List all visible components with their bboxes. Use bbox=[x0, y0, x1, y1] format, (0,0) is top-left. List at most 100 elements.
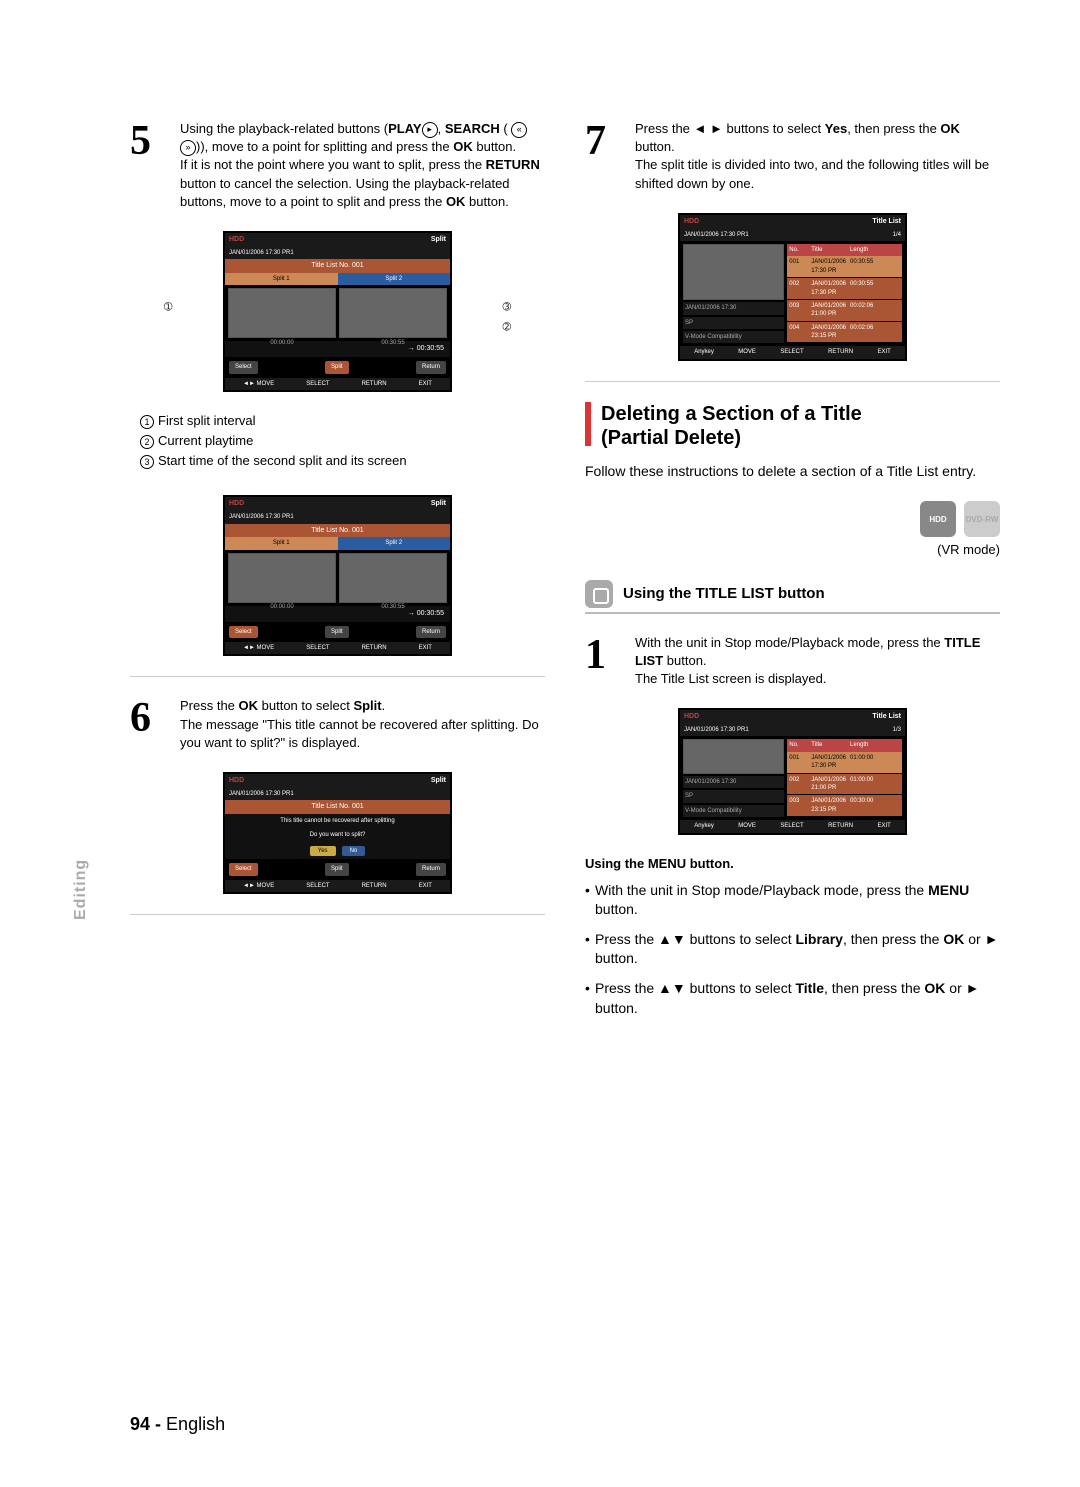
callout-1: ➀ bbox=[164, 301, 172, 315]
menu-item-3: Press the ▲▼ buttons to select Title, th… bbox=[585, 979, 1000, 1018]
callout-3: ➂ bbox=[503, 301, 511, 315]
th-len: Length bbox=[848, 244, 902, 256]
btn-select: Select bbox=[229, 361, 258, 373]
btn-return: Return bbox=[416, 361, 446, 373]
step5-ok2: OK bbox=[446, 194, 466, 209]
vr-mode-label: (VR mode) bbox=[585, 541, 1000, 559]
ann3: Start time of the second split and its s… bbox=[158, 453, 407, 468]
tl3-fr: RETURN bbox=[828, 822, 853, 830]
scr3-split: Split bbox=[325, 863, 349, 875]
right-column: 7 Press the ◄ ► buttons to select Yes, t… bbox=[585, 120, 1000, 1028]
scr3-fe: EXIT bbox=[419, 882, 432, 890]
scr-list-header: Title List No. 001 bbox=[225, 259, 450, 273]
hdd-media-icon: HDD bbox=[920, 501, 956, 537]
scr-right-title: Split bbox=[431, 235, 446, 245]
scr2-date: JAN/01/2006 17:30 PR1 bbox=[229, 513, 294, 521]
th-no: No. bbox=[787, 244, 809, 256]
s1t1: With the unit in Stop mode/Playback mode… bbox=[635, 635, 944, 650]
s6t3: . bbox=[382, 698, 386, 713]
r1t: JAN/01/2006 17:30 PR bbox=[809, 278, 848, 299]
s7t3: button. bbox=[635, 139, 675, 154]
step5-body: Using the playback-related buttons (PLAY… bbox=[180, 120, 545, 211]
step5-p2c: button. bbox=[465, 194, 508, 209]
s6t1: Press the bbox=[180, 698, 239, 713]
tl4-fs: SELECT bbox=[780, 348, 803, 356]
scr2-split: Split bbox=[325, 626, 349, 638]
r3no: 004 bbox=[787, 322, 809, 343]
page-footer: 94 - English bbox=[130, 1412, 225, 1437]
tl4-info-date: JAN/01/2006 17:30 bbox=[683, 302, 784, 314]
m1a: With the unit in Stop mode/Playback mode… bbox=[595, 882, 928, 898]
screen-title-list-4: HDDTitle List JAN/01/2006 17:30 PR11/4 J… bbox=[678, 213, 907, 361]
scr2-fr: RETURN bbox=[362, 644, 387, 652]
r31no: 002 bbox=[787, 774, 809, 795]
tl4-anykey: Anykey bbox=[694, 348, 714, 356]
progress-time: → 00:30:55 bbox=[408, 344, 444, 354]
sec-l2: (Partial Delete) bbox=[601, 427, 741, 449]
m2c: , then press the bbox=[843, 931, 943, 947]
scr3-header: Title List No. 001 bbox=[225, 800, 450, 814]
screen-split-1: HDD Split JAN/01/2006 17:30 PR1 Title Lis… bbox=[223, 231, 452, 392]
tl3-page: 1/3 bbox=[893, 726, 901, 734]
side-tab-label: Editing bbox=[70, 859, 92, 920]
confirm-msg2: Do you want to split? bbox=[225, 828, 450, 842]
tl3-info-sp: SP bbox=[683, 790, 784, 802]
r3t: JAN/01/2006 23:15 PR bbox=[809, 322, 848, 343]
scr2-right: Split bbox=[431, 499, 446, 509]
step5-t1: Using the playback-related buttons ( bbox=[180, 121, 388, 136]
scr2-tr: 00:30:55 bbox=[381, 603, 404, 611]
scr2-fs: SELECT bbox=[306, 644, 329, 652]
r1no: 002 bbox=[787, 278, 809, 299]
ann1: First split interval bbox=[158, 413, 256, 428]
r0t: JAN/01/2006 17:30 PR bbox=[809, 256, 848, 277]
menu-item-2: Press the ▲▼ buttons to select Library, … bbox=[585, 930, 1000, 969]
scr2-thumb2: 00:30:55 bbox=[339, 553, 447, 603]
s6t4: The message "This title cannot be recove… bbox=[180, 717, 539, 750]
scr-date: JAN/01/2006 17:30 PR1 bbox=[229, 249, 294, 257]
r30no: 001 bbox=[787, 752, 809, 773]
left-divider bbox=[130, 676, 545, 677]
scr3-date: JAN/01/2006 17:30 PR1 bbox=[229, 790, 294, 798]
confirm-msg1: This title cannot be recovered after spl… bbox=[225, 814, 450, 828]
scr2-fe: EXIT bbox=[419, 644, 432, 652]
s1t2: button. bbox=[663, 653, 706, 668]
m3b: Title bbox=[795, 980, 824, 996]
scr3-right: Split bbox=[431, 776, 446, 786]
s7t1: Press the ◄ ► buttons to select bbox=[635, 121, 825, 136]
s7t4: The split title is divided into two, and… bbox=[635, 157, 989, 190]
split2-tab: Split 2 bbox=[338, 273, 451, 285]
page-num: 94 - bbox=[130, 1414, 161, 1434]
r30l: 01:00:00 bbox=[848, 752, 902, 773]
tl4-fe: EXIT bbox=[877, 348, 890, 356]
step1-number: 1 bbox=[585, 634, 625, 689]
thumb-split2: 00:30:55 bbox=[339, 288, 447, 338]
step-6: 6 Press the OK button to select Split. T… bbox=[130, 697, 545, 752]
red-bar-icon bbox=[585, 402, 591, 446]
scr2-header: Title List No. 001 bbox=[225, 524, 450, 538]
m1c: button. bbox=[595, 901, 638, 917]
rev-icon: « bbox=[511, 122, 527, 138]
sec-l1: Deleting a Section of a Title bbox=[601, 403, 862, 425]
step-1: 1 With the unit in Stop mode/Playback mo… bbox=[585, 634, 1000, 689]
step5-t2: , bbox=[438, 121, 445, 136]
step5-t4: )), move to a point for splitting and pr… bbox=[196, 139, 453, 154]
left-column: 5 Using the playback-related buttons (PL… bbox=[130, 120, 545, 1028]
scr3-hdd: HDD bbox=[229, 776, 244, 786]
scr3-fm: ◄► MOVE bbox=[243, 882, 274, 890]
step-7: 7 Press the ◄ ► buttons to select Yes, t… bbox=[585, 120, 1000, 193]
menu-item-1: With the unit in Stop mode/Playback mode… bbox=[585, 881, 1000, 920]
using-title-list: Using the TITLE LIST button bbox=[623, 583, 825, 604]
dvd-label: DVD-RW bbox=[966, 514, 999, 525]
play-icon: ▸ bbox=[422, 122, 438, 138]
scr2-return: Return bbox=[416, 626, 446, 638]
r2t: JAN/01/2006 21:00 PR bbox=[809, 300, 848, 321]
thumb-split1: 00:00:00 bbox=[228, 288, 336, 338]
section-delete-partial: Deleting a Section of a Title (Partial D… bbox=[585, 402, 1000, 450]
r0l: 00:30:55 bbox=[848, 256, 902, 277]
r2no: 003 bbox=[787, 300, 809, 321]
num3-icon: 3 bbox=[140, 455, 154, 469]
scr-hdd: HDD bbox=[229, 235, 244, 245]
right-divider-1 bbox=[585, 381, 1000, 382]
step5-t3: ( bbox=[500, 121, 512, 136]
th-title: Title bbox=[809, 244, 848, 256]
